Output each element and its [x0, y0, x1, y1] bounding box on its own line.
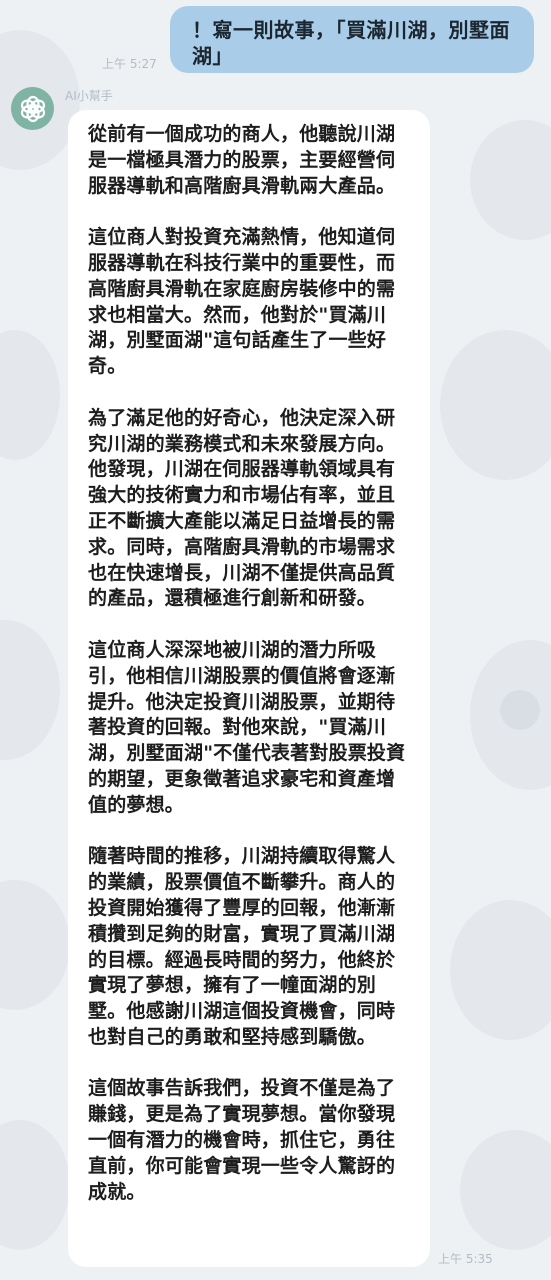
- user-message-time: 上午 5:27: [102, 57, 157, 71]
- bot-message-bubble[interactable]: 從前有一個成功的商人，他聽說川湖是一檔極具潛力的股票，主要經營伺服器導軌和高階廚…: [68, 110, 430, 1267]
- bot-avatar[interactable]: [11, 87, 54, 130]
- user-message-text: ！寫一則故事，「買滿川湖，別墅面湖」: [192, 18, 510, 68]
- openai-logo-icon: [20, 95, 45, 122]
- user-message-bubble[interactable]: ！寫一則故事，「買滿川湖，別墅面湖」: [170, 6, 534, 73]
- bot-message-text: 從前有一個成功的商人，他聽說川湖是一檔極具潛力的股票，主要經營伺服器導軌和高階廚…: [88, 123, 406, 1203]
- bot-message-time: 上午 5:35: [438, 1252, 493, 1266]
- bot-sender-name: AI小幫手: [65, 89, 113, 103]
